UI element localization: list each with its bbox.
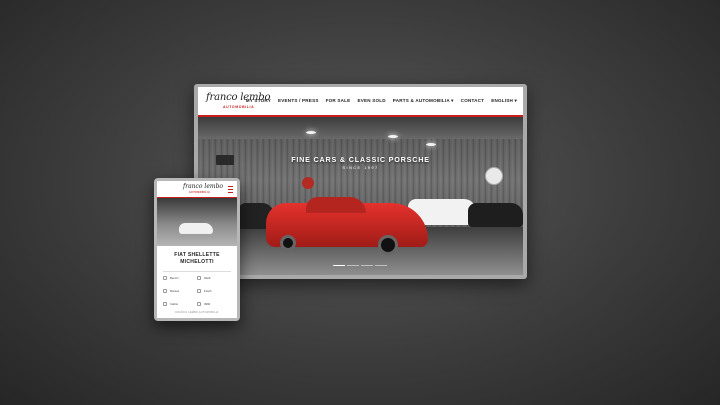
spec-item: Cabrio (163, 302, 197, 306)
desktop-mockup: franco lembo AUTOMOBILIA MY STORY EVENTS… (194, 84, 527, 279)
tablet-logo[interactable]: franco lembo (183, 183, 223, 190)
condition-icon (197, 289, 201, 293)
menu-item-my-story[interactable]: MY STORY (246, 98, 271, 104)
top-navigation: franco lembo AUTOMOBILIA MY STORY EVENTS… (198, 87, 523, 117)
menu-item-parts-automobilia[interactable]: PARTS & AUTOMOBILIA ▾ (393, 98, 454, 104)
logo-subtitle: AUTOMOBILIA (223, 105, 255, 109)
desktop-screen: franco lembo AUTOMOBILIA MY STORY EVENTS… (198, 87, 523, 275)
car-title-line2: MICHELOTTI (180, 258, 214, 265)
hero-banner: FINE CARS & CLASSIC PORSCHE SINCE 1997 (198, 117, 523, 275)
ceiling-lamp (306, 131, 316, 134)
white-fiat-car (179, 223, 213, 234)
spec-item: Frisch (197, 289, 231, 293)
tablet-screen: franco lembo AUTOMOBILIA FIAT SHELLETTE … (157, 181, 237, 318)
slider-dot[interactable] (361, 264, 373, 266)
hero-subtitle: SINCE 1997 (342, 165, 379, 170)
spec-value: Manuel (170, 289, 180, 293)
slider-dot[interactable] (375, 264, 387, 266)
menu-item-for-sale[interactable]: FOR SALE (326, 98, 351, 104)
mileage-icon (197, 302, 201, 306)
car-wheel (378, 235, 398, 255)
hero-title: FINE CARS & CLASSIC PORSCHE (291, 155, 430, 164)
tablet-mockup: franco lembo AUTOMOBILIA FIAT SHELLETTE … (154, 178, 240, 321)
spec-item: Benzin (163, 276, 197, 280)
menu-item-language[interactable]: ENGLISH ▾ (491, 98, 517, 104)
car-wheel (280, 235, 296, 251)
spec-item: Weiß (197, 276, 231, 280)
tablet-footer: FRANCO LEMBO AUTOMOBILIA (175, 311, 219, 314)
menu-item-even-sold[interactable]: EVEN SOLD (357, 98, 385, 104)
menu-item-events-press[interactable]: EVENTS / PRESS (278, 98, 319, 104)
slider-indicators (333, 264, 387, 266)
divider (163, 271, 231, 272)
spec-value: Frisch (204, 289, 212, 293)
menu-item-contact[interactable]: CONTACT (461, 98, 485, 104)
garage-ceiling (198, 117, 523, 139)
color-icon (197, 276, 201, 280)
ceiling-lamp (388, 135, 398, 138)
black-car (468, 203, 523, 227)
tablet-hero-image (157, 198, 237, 246)
spec-value: Weiß (204, 276, 211, 280)
texaco-sign (302, 177, 314, 189)
car-title: FIAT SHELLETTE MICHELOTTI (157, 252, 237, 265)
tablet-navigation: franco lembo AUTOMOBILIA (157, 181, 237, 198)
slider-dot[interactable] (347, 264, 359, 266)
tablet-logo-subtitle: AUTOMOBILIA (189, 191, 211, 194)
spec-value: 3960 (204, 302, 211, 306)
body-icon (163, 302, 167, 306)
spec-item: 3960 (197, 302, 231, 306)
main-menu: MY STORY EVENTS / PRESS FOR SALE EVEN SO… (246, 98, 517, 104)
gearbox-icon (163, 289, 167, 293)
ceiling-lamp (426, 143, 436, 146)
spec-value: Benzin (170, 276, 179, 280)
fuel-icon (163, 276, 167, 280)
slider-dot-active[interactable] (333, 264, 345, 266)
spec-item: Manuel (163, 289, 197, 293)
spec-value: Cabrio (170, 302, 179, 306)
red-porsche-roof (306, 197, 366, 213)
hamburger-menu-icon[interactable] (228, 186, 233, 193)
spec-grid: Benzin Weiß Manuel Frisch Cabrio 3960 (157, 276, 237, 306)
